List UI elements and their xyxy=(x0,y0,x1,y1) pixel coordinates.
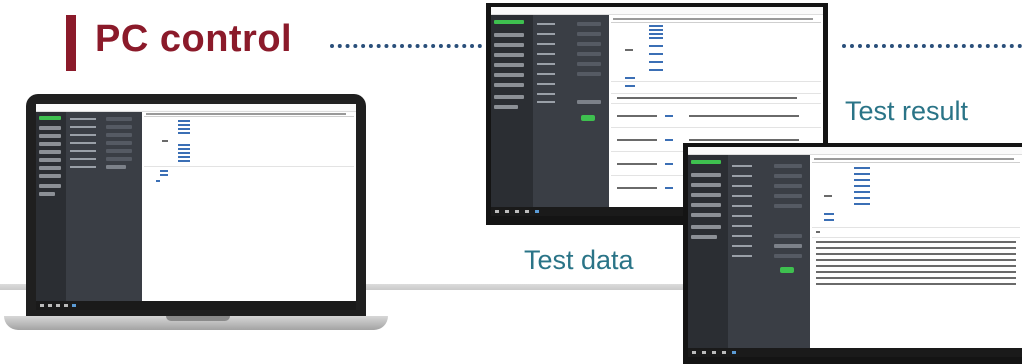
caption-test-result: Test result xyxy=(845,96,969,126)
app-data-table xyxy=(810,155,1022,348)
page-title: PC control xyxy=(95,18,293,60)
title-accent-bar xyxy=(66,15,76,71)
run-button[interactable] xyxy=(581,115,595,121)
app-menu-bar xyxy=(36,104,356,112)
monitor-test-result-screen xyxy=(688,147,1022,357)
run-button[interactable] xyxy=(780,267,794,273)
laptop-app-window xyxy=(36,104,356,310)
app-settings-panel xyxy=(66,112,142,301)
app-settings-panel xyxy=(728,155,810,348)
laptop-notch xyxy=(166,316,230,321)
dotted-connector-right xyxy=(842,44,1022,48)
caption-test-data: Test data xyxy=(524,245,634,275)
app-menu-bar xyxy=(491,7,823,15)
app-taskbar xyxy=(688,348,1022,357)
app-nav-sidebar xyxy=(36,112,66,301)
dotted-connector-left xyxy=(330,44,482,48)
laptop-screen xyxy=(36,104,356,310)
app-nav-sidebar xyxy=(688,155,728,348)
app-taskbar xyxy=(36,301,356,310)
app-menu-bar xyxy=(688,147,1022,155)
app-data-table xyxy=(142,112,356,301)
app-settings-panel xyxy=(533,15,609,207)
app-nav-sidebar xyxy=(491,15,533,207)
